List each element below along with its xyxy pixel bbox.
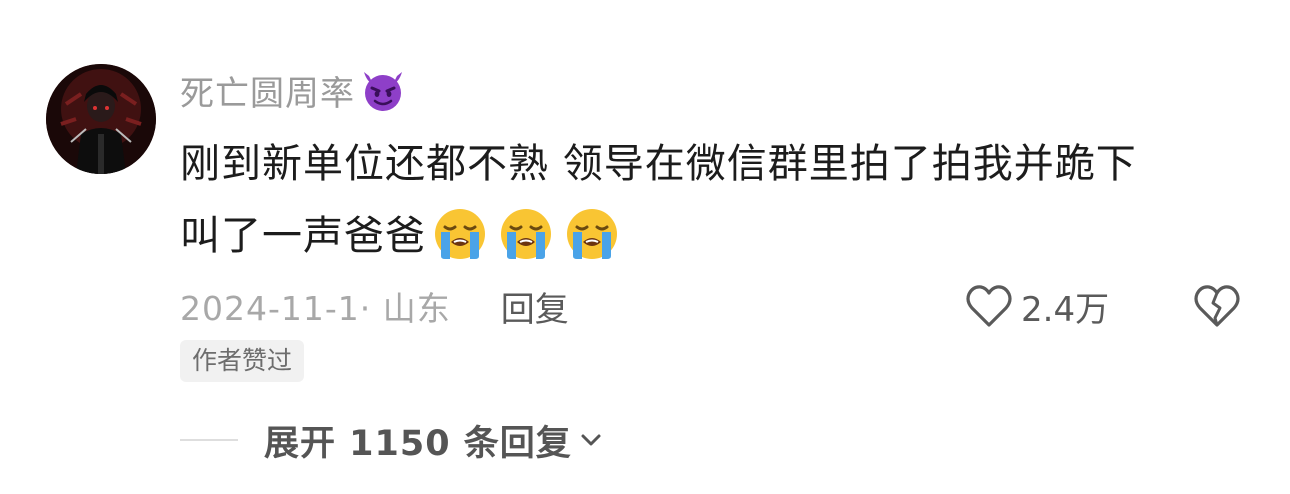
dislike-button[interactable]	[1193, 282, 1241, 330]
loudly-crying-face-icon	[564, 206, 620, 262]
reply-button[interactable]: 回复	[501, 282, 569, 331]
divider-line	[180, 439, 238, 441]
comment-item: 死亡圆周率 刚到新单位还都不熟 领导在微信群里拍了拍我并跪下 叫了一声爸爸 20…	[0, 0, 1290, 494]
expand-replies-button[interactable]: 展开 1150 条回复	[264, 415, 572, 466]
comment-meta-row: 2024-11-1· 山东 回复 2.4万	[180, 278, 1250, 334]
chevron-down-icon[interactable]	[578, 427, 604, 453]
username[interactable]: 死亡圆周率	[180, 66, 355, 115]
loudly-crying-face-icon	[498, 206, 554, 262]
username-row: 死亡圆周率	[180, 66, 407, 114]
comment-content: 刚到新单位还都不熟 领导在微信群里拍了拍我并跪下 叫了一声爸爸	[180, 128, 1260, 272]
comment-text-line-2-text: 叫了一声爸爸	[180, 213, 426, 259]
date-location: 2024-11-1· 山东	[180, 289, 451, 328]
comment-text-line-1: 刚到新单位还都不熟 领导在微信群里拍了拍我并跪下	[180, 141, 1137, 187]
heart-outline-icon	[966, 285, 1012, 327]
smiling-devil-icon	[359, 68, 407, 112]
avatar-image	[46, 64, 156, 174]
expand-replies-row[interactable]: 展开 1150 条回复	[180, 412, 604, 468]
avatar[interactable]	[46, 64, 156, 174]
comment-text-line-2: 叫了一声爸爸	[180, 200, 1260, 272]
emoji-row	[432, 206, 620, 262]
broken-heart-icon	[1194, 285, 1240, 327]
like-button[interactable]: 2.4万	[965, 278, 1109, 334]
like-count: 2.4万	[1021, 289, 1110, 330]
loudly-crying-face-icon	[432, 206, 488, 262]
author-liked-tag: 作者赞过	[180, 340, 305, 382]
